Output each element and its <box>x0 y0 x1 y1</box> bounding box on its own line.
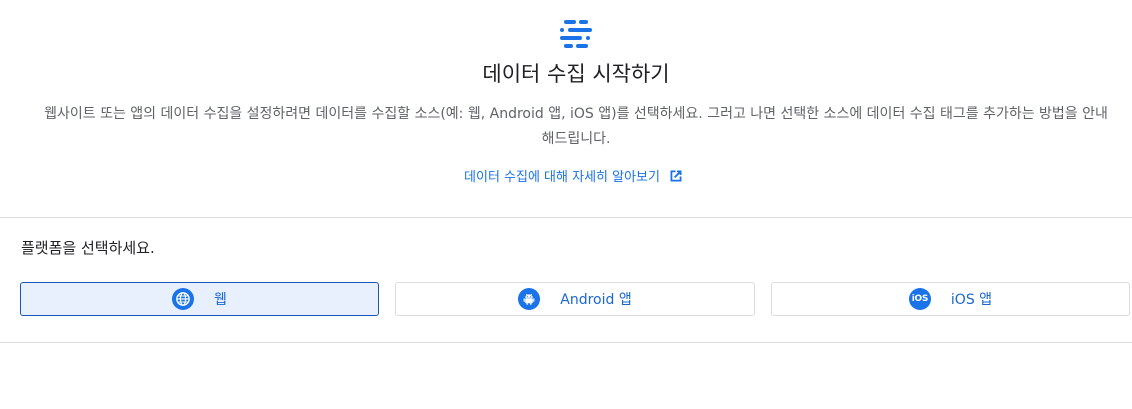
platform-web-label: 웹 <box>214 292 227 308</box>
data-streams-icon <box>560 20 592 48</box>
ios-icon: iOS <box>908 288 931 310</box>
android-icon <box>518 288 541 310</box>
platform-android-button[interactable]: Android 앱 <box>395 282 755 316</box>
page-title: 데이터 수집 시작하기 <box>482 62 670 86</box>
get-started-panel: 데이터 수집 시작하기 웹사이트 또는 앱의 데이터 수집을 설정하려면 데이터… <box>0 0 1132 409</box>
open-in-new-icon <box>670 170 682 182</box>
learn-more-link-text[interactable]: 데이터 수집에 대해 자세히 알아보기 <box>464 170 660 185</box>
section-divider-bottom <box>0 342 1132 343</box>
globe-icon <box>172 288 195 310</box>
platform-android-label: Android 앱 <box>560 292 632 308</box>
learn-more-link[interactable]: 데이터 수집에 대해 자세히 알아보기 <box>0 166 1132 185</box>
section-divider <box>0 217 1132 218</box>
platform-prompt: 플랫폼을 선택하세요. <box>21 239 155 257</box>
platform-ios-label: iOS 앱 <box>950 292 993 308</box>
platform-ios-button[interactable]: iOS iOS 앱 <box>771 282 1130 316</box>
intro-description: 웹사이트 또는 앱의 데이터 수집을 설정하려면 데이터를 수집할 소스(예: … <box>44 106 1108 147</box>
platform-web-button[interactable]: 웹 <box>20 282 379 316</box>
